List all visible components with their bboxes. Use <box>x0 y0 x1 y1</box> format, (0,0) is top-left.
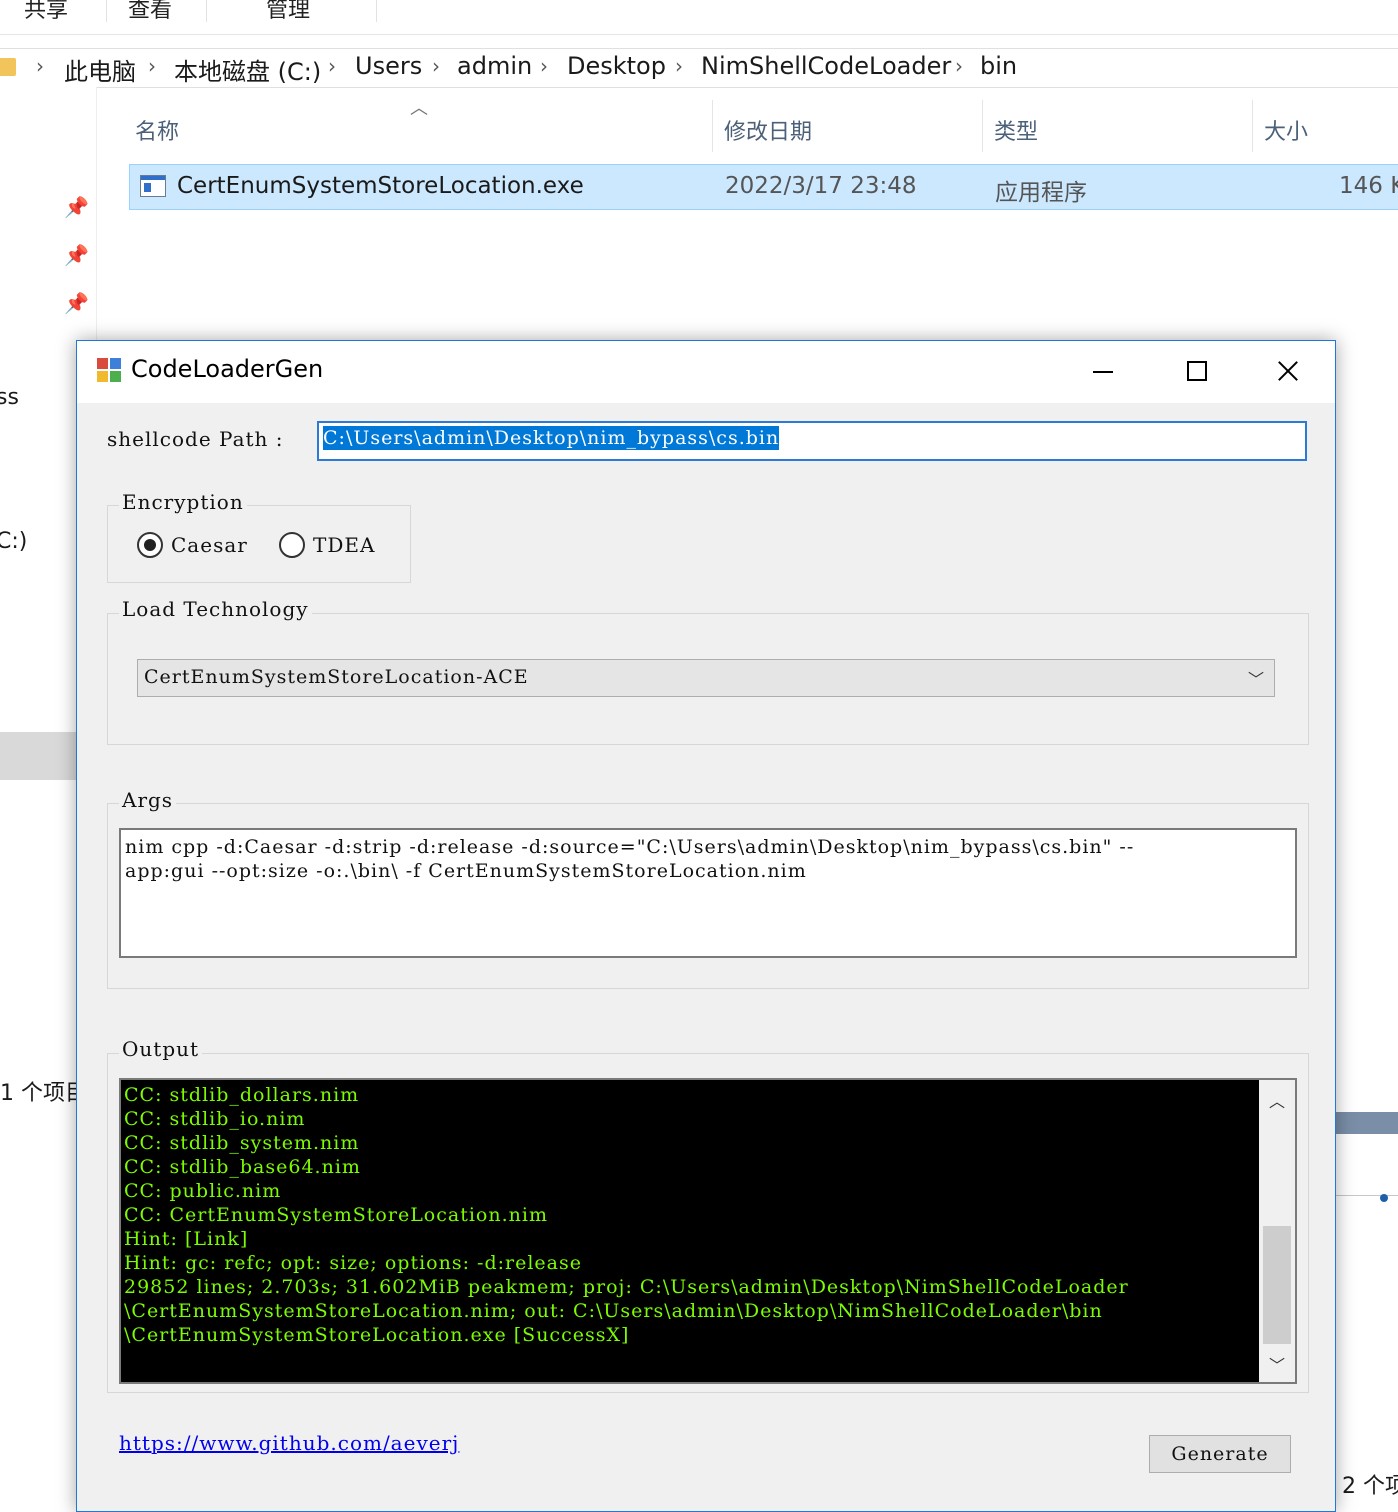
args-textarea[interactable]: nim cpp -d:Caesar -d:strip -d:release -d… <box>119 828 1297 958</box>
column-header-type[interactable]: 类型 <box>994 114 1038 146</box>
background-window-divider <box>1336 1195 1398 1196</box>
output-line: CC: public.nim <box>124 1180 282 1202</box>
column-header-size[interactable]: 大小 <box>1264 114 1308 146</box>
output-line: CC: stdlib_dollars.nim <box>124 1084 360 1106</box>
breadcrumb-bin[interactable]: bin <box>980 52 1017 80</box>
chevron-right-icon[interactable]: › <box>432 54 440 78</box>
app-icon[interactable] <box>97 358 123 384</box>
nav-item[interactable]: ss <box>0 385 19 410</box>
title-bar[interactable]: CodeLoaderGen <box>77 341 1335 403</box>
sort-ascending-icon: ︿ <box>410 98 428 119</box>
output-console[interactable]: CC: stdlib_dollars.nim CC: stdlib_io.nim… <box>119 1078 1297 1384</box>
generate-button[interactable]: Generate <box>1149 1435 1291 1473</box>
application-icon <box>140 175 166 197</box>
column-divider[interactable] <box>712 100 713 152</box>
chevron-right-icon[interactable]: › <box>148 54 156 78</box>
args-line: app:gui --opt:size -o:.\bin\ -f CertEnum… <box>125 860 807 882</box>
codeloadergen-window: CodeLoaderGen shellcode Path : C:\Users\… <box>76 340 1336 1512</box>
chevron-right-icon[interactable]: › <box>955 54 963 78</box>
pin-icon[interactable]: 📌 <box>64 243 89 267</box>
breadcrumb-this-pc[interactable]: 此电脑 <box>64 52 136 87</box>
chevron-right-icon[interactable]: › <box>540 54 548 78</box>
load-technology-group-title: Load Technology <box>119 597 312 621</box>
ribbon-divider <box>376 0 377 22</box>
maximize-button[interactable] <box>1149 341 1241 403</box>
scroll-up-icon[interactable]: ︿ <box>1269 1088 1285 1112</box>
output-line: \CertEnumSystemStoreLocation.exe [Succes… <box>124 1324 630 1346</box>
output-line: Hint: gc: refc; opt: size; options: -d:r… <box>124 1252 582 1274</box>
column-divider[interactable] <box>982 100 983 152</box>
pin-icon[interactable]: 📌 <box>64 195 89 219</box>
output-line: 29852 lines; 2.703s; 31.602MiB peakmem; … <box>124 1276 1129 1298</box>
radio-caesar[interactable] <box>137 532 163 558</box>
column-header-name[interactable]: 名称 <box>135 114 179 146</box>
ribbon-divider <box>106 0 107 22</box>
ribbon-tab-manage[interactable]: 管理 <box>266 0 310 24</box>
file-row[interactable]: CertEnumSystemStoreLocation.exe 2022/3/1… <box>129 164 1398 210</box>
background-window-dot <box>1380 1194 1388 1202</box>
shellcode-path-label: shellcode Path : <box>107 427 284 451</box>
ribbon-tab-view[interactable]: 查看 <box>128 0 172 24</box>
folder-icon <box>0 58 16 76</box>
close-button[interactable] <box>1241 341 1333 403</box>
args-line: nim cpp -d:Caesar -d:strip -d:release -d… <box>125 836 1135 858</box>
breadcrumb-nimshellcodeloader[interactable]: NimShellCodeLoader <box>701 52 951 80</box>
chevron-down-icon[interactable]: ﹀ <box>1248 666 1264 690</box>
load-technology-select[interactable]: CertEnumSystemStoreLocation-ACE ﹀ <box>137 659 1275 697</box>
file-modified: 2022/3/17 23:48 <box>725 173 917 199</box>
ribbon: 共享 查看 管理 <box>0 0 1398 35</box>
encryption-group-title: Encryption <box>119 490 247 514</box>
breadcrumb-users[interactable]: Users <box>355 52 422 80</box>
pin-icon[interactable]: 📌 <box>64 291 89 315</box>
output-line: \CertEnumSystemStoreLocation.nim; out: C… <box>124 1300 1103 1322</box>
ribbon-divider <box>206 0 207 22</box>
shellcode-path-input[interactable]: C:\Users\admin\Desktop\nim_bypass\cs.bin <box>317 421 1307 461</box>
address-bar[interactable]: › 此电脑 › 本地磁盘 (C:) › Users › admin › Desk… <box>0 48 1398 88</box>
file-type: 应用程序 <box>995 180 1087 206</box>
output-scrollbar[interactable]: ︿ ﹀ <box>1259 1080 1295 1382</box>
output-line: Hint: [Link] <box>124 1228 249 1250</box>
background-window-strip <box>1336 1112 1398 1134</box>
column-divider[interactable] <box>1252 100 1253 152</box>
output-line: CC: stdlib_system.nim <box>124 1132 360 1154</box>
column-header-modified[interactable]: 修改日期 <box>724 114 812 146</box>
minimize-button[interactable] <box>1057 341 1149 403</box>
file-size: 146 K <box>1339 173 1398 199</box>
output-line: CC: CertEnumSystemStoreLocation.nim <box>124 1204 548 1226</box>
chevron-right-icon[interactable]: › <box>675 54 683 78</box>
shellcode-path-value: C:\Users\admin\Desktop\nim_bypass\cs.bin <box>323 426 780 450</box>
status-item-count: 1 个项目 <box>0 1081 87 1106</box>
ribbon-tab-share[interactable]: 共享 <box>24 0 68 24</box>
output-line: CC: stdlib_io.nim <box>124 1108 306 1130</box>
scroll-down-icon[interactable]: ﹀ <box>1269 1352 1285 1376</box>
breadcrumb-desktop[interactable]: Desktop <box>567 52 666 80</box>
window-title: CodeLoaderGen <box>131 355 324 383</box>
breadcrumb-admin[interactable]: admin <box>457 52 532 80</box>
github-link[interactable]: https://www.github.com/aeverj <box>119 1431 459 1455</box>
args-group-title: Args <box>119 788 177 812</box>
chevron-right-icon[interactable]: › <box>36 54 44 78</box>
breadcrumb-local-disk[interactable]: 本地磁盘 (C:) <box>174 52 321 87</box>
radio-caesar-label[interactable]: Caesar <box>171 533 248 557</box>
radio-tdea[interactable] <box>279 532 305 558</box>
output-group-title: Output <box>119 1037 203 1061</box>
output-line: CC: stdlib_base64.nim <box>124 1156 361 1178</box>
file-name: CertEnumSystemStoreLocation.exe <box>177 173 584 199</box>
scroll-thumb[interactable] <box>1263 1226 1291 1344</box>
status-item-count-background: 2 个项 <box>1342 1474 1398 1499</box>
nav-item-drive[interactable]: C:) <box>0 529 27 554</box>
chevron-right-icon[interactable]: › <box>328 54 336 78</box>
load-technology-value: CertEnumSystemStoreLocation-ACE <box>144 666 529 688</box>
radio-tdea-label[interactable]: TDEA <box>313 533 375 557</box>
